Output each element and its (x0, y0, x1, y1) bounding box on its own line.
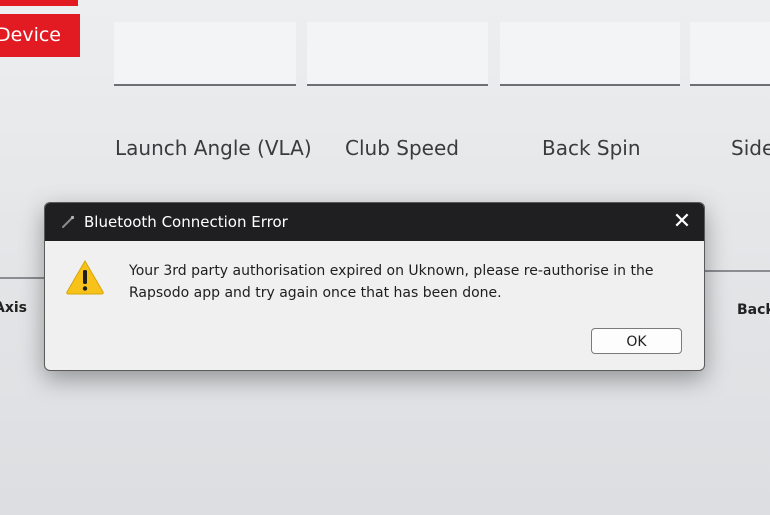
back-spin-value-box (500, 22, 680, 86)
close-button[interactable]: ✕ (668, 208, 696, 236)
club-speed-label: Club Speed (345, 136, 459, 160)
ok-button[interactable]: OK (591, 328, 682, 354)
back-spin-label: Back Spin (542, 136, 641, 160)
dialog-title: Bluetooth Connection Error (84, 213, 288, 231)
right-divider (697, 270, 770, 272)
device-button-label: Device (0, 24, 61, 46)
launch-angle-label: Launch Angle (VLA) (115, 136, 312, 160)
dialog-titlebar: Bluetooth Connection Error ✕ (45, 203, 704, 241)
axis-label: Axis (0, 300, 27, 316)
club-speed-value-box (307, 22, 488, 86)
device-button[interactable]: Device (0, 14, 80, 57)
back-label: Back (737, 302, 770, 318)
top-red-bar (0, 0, 78, 6)
close-icon: ✕ (672, 209, 692, 234)
launch-angle-value-box (114, 22, 296, 86)
side-label: Side (731, 136, 770, 160)
warning-icon (66, 260, 104, 295)
app-icon (62, 215, 75, 228)
error-message: Your 3rd party authorisation expired on … (129, 263, 654, 301)
side-value-box (690, 22, 770, 86)
bluetooth-error-dialog: Bluetooth Connection Error ✕ Your 3rd pa… (44, 202, 705, 371)
